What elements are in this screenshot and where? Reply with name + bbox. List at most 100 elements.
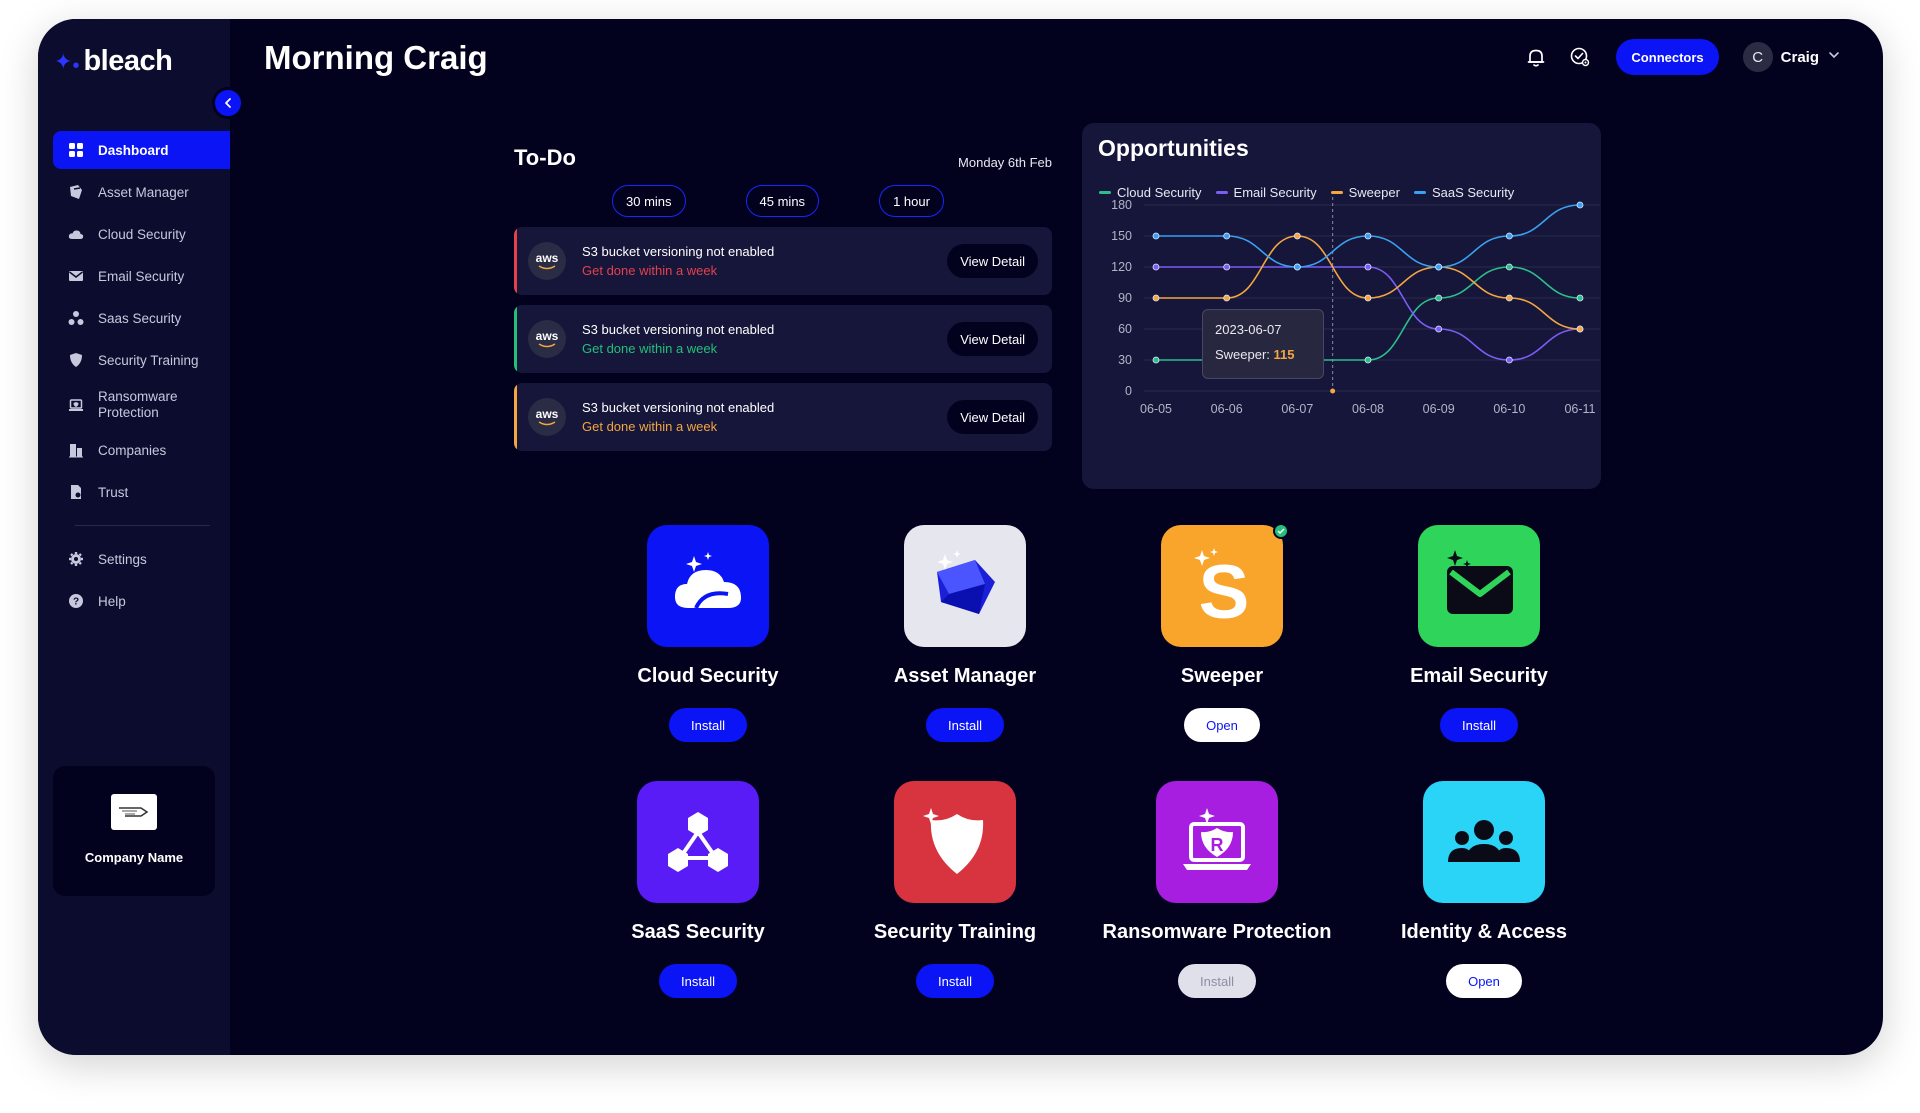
- sidebar-item-label: Asset Manager: [98, 184, 189, 200]
- data-point: [1505, 232, 1513, 240]
- sidebar-item-security-training[interactable]: Security Training: [53, 341, 230, 379]
- app-tile-asset-manager: Asset Manager Install: [835, 525, 1095, 745]
- sidebar-item-cloud-security[interactable]: Cloud Security: [53, 215, 230, 253]
- brand-logo[interactable]: ✦ • bleach: [54, 45, 173, 78]
- app-icon-tile[interactable]: [637, 781, 759, 903]
- legend-swatch: [1330, 191, 1343, 194]
- company-card[interactable]: Company Name: [53, 766, 215, 896]
- sidebar-item-dashboard[interactable]: Dashboard: [53, 131, 230, 169]
- chip-45-mins[interactable]: 45 mins: [745, 185, 820, 217]
- legend-swatch: [1215, 191, 1228, 194]
- open-button[interactable]: Open: [1446, 964, 1522, 998]
- app-tile-security-training: Security Training Install: [825, 781, 1085, 1001]
- aws-icon: aws: [528, 242, 566, 280]
- chip-1-hour[interactable]: 1 hour: [879, 185, 944, 217]
- badge-gear-icon: [1571, 47, 1590, 67]
- app-icon-tile[interactable]: [647, 525, 769, 647]
- data-point: [1152, 356, 1160, 364]
- installed-check-icon: [1273, 523, 1289, 539]
- sidebar-item-ransomware-protection[interactable]: Ransomware Protection: [53, 383, 230, 427]
- notifications-button[interactable]: [1522, 43, 1550, 71]
- sidebar-item-asset-manager[interactable]: Asset Manager: [53, 173, 230, 211]
- provider-label: aws: [535, 328, 559, 343]
- shield-icon: [68, 352, 84, 368]
- time-filter-chips: 30 mins 45 mins 1 hour: [612, 185, 1052, 217]
- install-button[interactable]: Install: [926, 708, 1004, 742]
- app-icon-tile[interactable]: [904, 525, 1026, 647]
- data-point: [1505, 263, 1513, 271]
- header-actions: Connectors C Craig: [1522, 39, 1841, 75]
- todo-task[interactable]: aws S3 bucket versioning not enabled Get…: [514, 305, 1052, 373]
- view-detail-button[interactable]: View Detail: [947, 400, 1038, 434]
- x-tick-label: 06-07: [1281, 402, 1313, 416]
- sidebar-item-label: Saas Security: [98, 310, 182, 326]
- legend-item-cloud-security[interactable]: Cloud Security: [1099, 185, 1202, 200]
- sidebar-item-label: Settings: [98, 551, 147, 567]
- data-point: [1576, 325, 1584, 333]
- app-tile-email-security: Email Security Install: [1349, 525, 1609, 745]
- user-name: Craig: [1780, 48, 1819, 66]
- sidebar-item-settings[interactable]: Settings: [53, 540, 230, 578]
- app-icon-tile[interactable]: [1418, 525, 1540, 647]
- sidebar: ✦ • bleach Dashboard Asset Manager Cloud…: [38, 19, 230, 1055]
- legend-item-saas-security[interactable]: SaaS Security: [1413, 185, 1514, 200]
- data-point: [1293, 263, 1301, 271]
- app-icon-tile[interactable]: S: [1161, 523, 1289, 647]
- app-icon-tile[interactable]: R: [1156, 781, 1278, 903]
- user-menu[interactable]: C Craig: [1742, 42, 1841, 72]
- laptop-shield-icon: R: [1183, 808, 1251, 870]
- legend-label: Cloud Security: [1117, 185, 1202, 200]
- building-icon: [68, 442, 84, 458]
- sidebar-item-email-security[interactable]: Email Security: [53, 257, 230, 295]
- view-detail-button[interactable]: View Detail: [947, 244, 1038, 278]
- connectors-button[interactable]: Connectors: [1616, 39, 1719, 75]
- app-icon-tile[interactable]: [1423, 781, 1545, 903]
- sidebar-item-trust[interactable]: Trust: [53, 473, 230, 511]
- collapse-sidebar-button[interactable]: [212, 87, 244, 119]
- install-button[interactable]: Install: [659, 964, 737, 998]
- legend-item-email-security[interactable]: Email Security: [1215, 185, 1317, 200]
- todo-task[interactable]: aws S3 bucket versioning not enabled Get…: [514, 383, 1052, 451]
- chart-tooltip: 2023-06-07 Sweeper: 115: [1202, 309, 1324, 379]
- tooltip-value-row: Sweeper: 115: [1215, 347, 1323, 362]
- tooltip-value: 115: [1273, 347, 1295, 362]
- x-tick-label: 06-11: [1564, 402, 1595, 416]
- legend-item-sweeper[interactable]: Sweeper: [1330, 185, 1400, 200]
- opportunities-chart: 0 30 60 90 120 150 180 06-05 06-06 06-07 06-08 06-0…: [1111, 197, 1600, 416]
- app-tile-ransomware-protection: R Ransomware Protection Install: [1087, 781, 1347, 1001]
- sidebar-item-label: Security Training: [98, 352, 199, 368]
- app-window: ✦ • bleach Dashboard Asset Manager Cloud…: [38, 19, 1883, 1055]
- cube-icon: [937, 550, 995, 614]
- sidebar-item-companies[interactable]: Companies: [53, 431, 230, 469]
- svg-text:?: ?: [73, 597, 79, 608]
- aws-icon: aws: [528, 398, 566, 436]
- todo-task[interactable]: aws S3 bucket versioning not enabled Get…: [514, 227, 1052, 295]
- priority-bar: [514, 305, 517, 373]
- hover-point: [1330, 388, 1336, 394]
- install-button[interactable]: Install: [669, 708, 747, 742]
- install-button[interactable]: Install: [1440, 708, 1518, 742]
- legend-swatch: [1099, 191, 1111, 194]
- sidebar-item-saas-security[interactable]: Saas Security: [53, 299, 230, 337]
- install-button[interactable]: Install: [916, 964, 994, 998]
- brand-name: bleach: [83, 45, 173, 77]
- data-point: [1223, 263, 1231, 271]
- app-tile-saas-security: SaaS Security Install: [568, 781, 828, 1001]
- open-button[interactable]: Open: [1184, 708, 1260, 742]
- chip-30-mins[interactable]: 30 mins: [612, 185, 686, 217]
- cloud-icon: [68, 226, 84, 242]
- network-icon: [68, 310, 84, 326]
- x-tick-label: 06-06: [1211, 402, 1243, 416]
- sidebar-item-label: Email Security: [98, 268, 185, 284]
- view-detail-button[interactable]: View Detail: [947, 322, 1038, 356]
- y-tick-label: 120: [1111, 260, 1132, 274]
- app-icon-tile[interactable]: [894, 781, 1016, 903]
- security-settings-button[interactable]: [1566, 43, 1594, 71]
- y-tick-label: 0: [1125, 384, 1132, 398]
- install-button-disabled[interactable]: Install: [1178, 964, 1256, 998]
- priority-bar: [514, 383, 517, 451]
- task-title: S3 bucket versioning not enabled: [582, 400, 775, 415]
- sidebar-item-help[interactable]: ? Help: [53, 582, 230, 620]
- document-icon: [68, 484, 84, 500]
- provider-label: aws: [535, 250, 559, 265]
